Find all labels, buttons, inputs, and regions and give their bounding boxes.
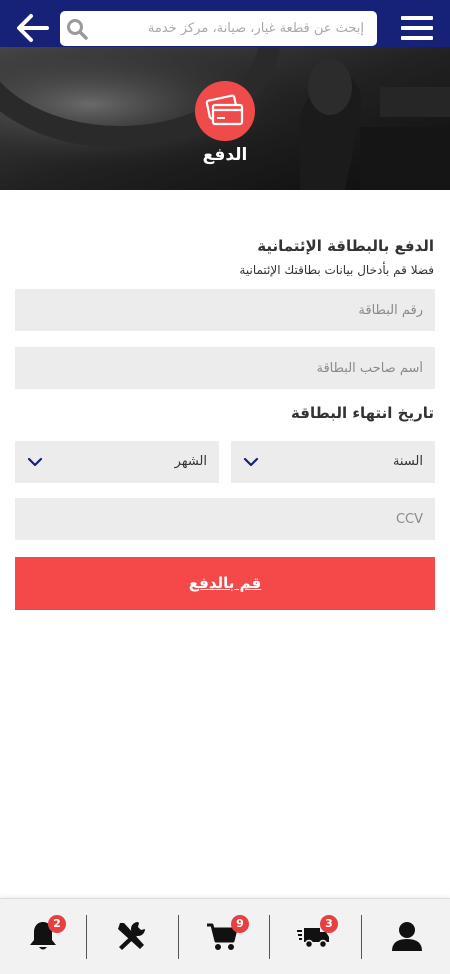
search-box[interactable] — [60, 11, 377, 46]
nav-divider — [86, 915, 87, 959]
back-button[interactable] — [14, 12, 50, 44]
month-select[interactable]: الشهر — [15, 441, 219, 483]
form-title: الدفع بالبطاقة الإئتمانية — [257, 237, 434, 255]
bottom-nav: 2 9 3 — [0, 898, 450, 974]
nav-profile[interactable] — [362, 899, 450, 974]
card-holder-field[interactable] — [15, 347, 435, 389]
ccv-field[interactable] — [15, 498, 435, 540]
year-select-value: السنة — [392, 454, 423, 469]
year-select[interactable]: السنة — [231, 441, 435, 483]
nav-cart[interactable]: 9 — [179, 899, 269, 974]
chevron-down-icon — [243, 457, 259, 467]
tools-icon — [118, 922, 145, 950]
credit-cards-icon — [205, 94, 244, 126]
card-number-field[interactable] — [15, 289, 435, 331]
pay-button[interactable]: قم بالدفع — [15, 557, 435, 610]
nav-notifications[interactable]: 2 — [0, 899, 90, 974]
search-icon[interactable] — [66, 18, 88, 40]
expiry-label: تاريخ انتهاء البطاقة — [291, 404, 434, 422]
arrow-left-icon — [17, 14, 49, 42]
search-input[interactable] — [94, 11, 370, 46]
chevron-down-icon — [27, 457, 43, 467]
delivery-badge: 3 — [320, 915, 338, 933]
menu-button[interactable] — [400, 14, 434, 42]
card-holder-input[interactable] — [15, 347, 435, 389]
form-subtitle: فضلا قم بأدخال بيانات بطاقتك الإئتمانية — [239, 263, 434, 277]
user-icon — [392, 922, 422, 951]
hamburger-menu-icon — [401, 16, 433, 40]
nav-maintenance[interactable] — [88, 899, 178, 974]
page-title: الدفع — [202, 145, 248, 165]
ccv-input[interactable] — [15, 498, 435, 540]
payment-icon-circle — [195, 81, 255, 141]
notifications-badge: 2 — [48, 915, 66, 933]
card-number-input[interactable] — [15, 289, 435, 331]
cart-badge: 9 — [231, 915, 249, 933]
nav-delivery[interactable]: 3 — [270, 899, 360, 974]
hero-banner: الدفع — [0, 47, 450, 190]
month-select-value: الشهر — [174, 454, 207, 469]
